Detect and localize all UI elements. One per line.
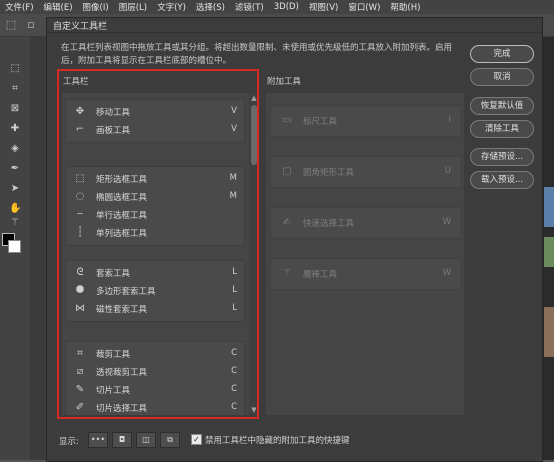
disable-shortcuts-checkbox[interactable]: ✓ — [191, 434, 202, 445]
show-extra-slot-button[interactable]: ••• — [88, 432, 108, 448]
extra-tools-label: 附加工具 — [267, 77, 302, 87]
show-quickmask-button[interactable]: ◘ — [112, 432, 132, 448]
menu-bar: 文件(F) 编辑(E) 图像(I) 图层(L) 文字(Y) 选择(S) 滤镜(T) 3D(D)… — [0, 0, 554, 14]
menu-item[interactable]: 3D(D) — [269, 2, 304, 12]
menu-item[interactable]: 图像(I) — [78, 1, 114, 13]
crop-tool-icon[interactable]: ⌗ — [9, 83, 21, 95]
menu-item[interactable]: 滤镜(T) — [230, 1, 269, 13]
menu-item[interactable]: 窗口(W) — [343, 1, 385, 13]
tool-shortcut: U — [444, 166, 451, 176]
image-thumb — [544, 307, 554, 357]
healing-icon[interactable]: ✚ — [9, 123, 21, 135]
show-colors-button[interactable]: ⧉ — [160, 432, 180, 448]
tool-name: 圆角矩形工具 — [303, 168, 355, 178]
extra-tool-row[interactable]: ▭ 标尺工具 I — [270, 105, 462, 137]
disable-shortcuts-label: 禁用工具栏中隐藏的附加工具的快捷键 — [205, 436, 350, 446]
show-screenmode-button[interactable]: ◫ — [136, 432, 156, 448]
load-preset-button[interactable]: 载入预设... — [470, 171, 534, 189]
hand-icon[interactable]: ✋ — [9, 203, 21, 215]
dialog-title: 自定义工具栏 — [53, 22, 108, 32]
tool-shortcut: I — [448, 115, 451, 125]
pen-icon[interactable]: ✒ — [9, 163, 21, 175]
tool-name: 快速选择工具 — [303, 219, 355, 229]
dialog-description: 在工具栏列表视图中拖放工具或其分组。将超出数量限制、未使用或优先级低的工具放入附… — [61, 43, 453, 66]
menu-item[interactable]: 编辑(E) — [39, 1, 78, 13]
extra-tools-list[interactable]: ▭ 标尺工具 I ▢ 圆角矩形工具 U ✍ 快速选择工具 W ⚚ 魔棒工具 W — [266, 93, 464, 415]
show-label: 显示: — [59, 437, 79, 447]
menu-item[interactable]: 文字(Y) — [152, 1, 191, 13]
image-thumb — [544, 237, 554, 267]
extra-tool-row[interactable]: ✍ 快速选择工具 W — [270, 207, 462, 239]
clear-tools-button[interactable]: 清除工具 — [470, 120, 534, 138]
magic-wand-icon: ⚚ — [282, 268, 292, 279]
canvas-area — [30, 37, 46, 460]
menu-item[interactable]: 图层(L) — [114, 1, 152, 13]
tool-preset-icon[interactable]: ⬚ — [4, 18, 18, 32]
path-select-icon[interactable]: ➤ — [9, 183, 21, 195]
extra-tool-row[interactable]: ⚚ 魔棒工具 W — [270, 258, 462, 290]
cancel-button[interactable]: 取消 — [470, 68, 534, 86]
image-thumb — [544, 187, 554, 227]
quick-select-icon: ✍ — [282, 217, 292, 228]
dialog-footer: 显示: ••• ◘ ◫ ⧉ ✓ 禁用工具栏中隐藏的附加工具的快捷键 — [47, 429, 542, 451]
tool-shortcut: W — [442, 268, 451, 278]
ps-toolbar: ⬚ ⌗ ⊠ ✚ ◈ ✒ ➤ ✋ ⚚ — [0, 37, 30, 460]
rounded-rect-icon: ▢ — [282, 166, 292, 177]
ruler-icon: ▭ — [282, 115, 292, 126]
highlight-frame — [57, 69, 259, 419]
menu-item[interactable]: 选择(S) — [191, 1, 230, 13]
menu-item[interactable]: 文件(F) — [0, 1, 39, 13]
background-color[interactable] — [8, 240, 21, 253]
canvas-preview — [542, 37, 554, 460]
save-preset-button[interactable]: 存储预设... — [470, 148, 534, 166]
menu-item[interactable]: 视图(V) — [304, 1, 343, 13]
tool-name: 标尺工具 — [303, 117, 338, 127]
magic-wand-tool-icon[interactable]: ⚚ — [9, 217, 21, 229]
marquee-icon[interactable]: ⬚ — [9, 63, 21, 75]
eraser-icon[interactable]: ◈ — [9, 143, 21, 155]
customize-toolbar-dialog: 自定义工具栏 在工具栏列表视图中拖放工具或其分组。将超出数量限制、未使用或优先级… — [46, 17, 543, 462]
tool-name: 魔棒工具 — [303, 270, 338, 280]
tool-shortcut: W — [442, 217, 451, 227]
selection-mode-icon[interactable]: ▫ — [24, 18, 38, 32]
dialog-titlebar: 自定义工具栏 — [47, 18, 542, 33]
done-button[interactable]: 完成 — [470, 45, 534, 63]
menu-item[interactable]: 帮助(H) — [385, 1, 425, 13]
extra-tool-row[interactable]: ▢ 圆角矩形工具 U — [270, 156, 462, 188]
frame-icon[interactable]: ⊠ — [9, 103, 21, 115]
restore-defaults-button[interactable]: 恢复默认值 — [470, 97, 534, 115]
